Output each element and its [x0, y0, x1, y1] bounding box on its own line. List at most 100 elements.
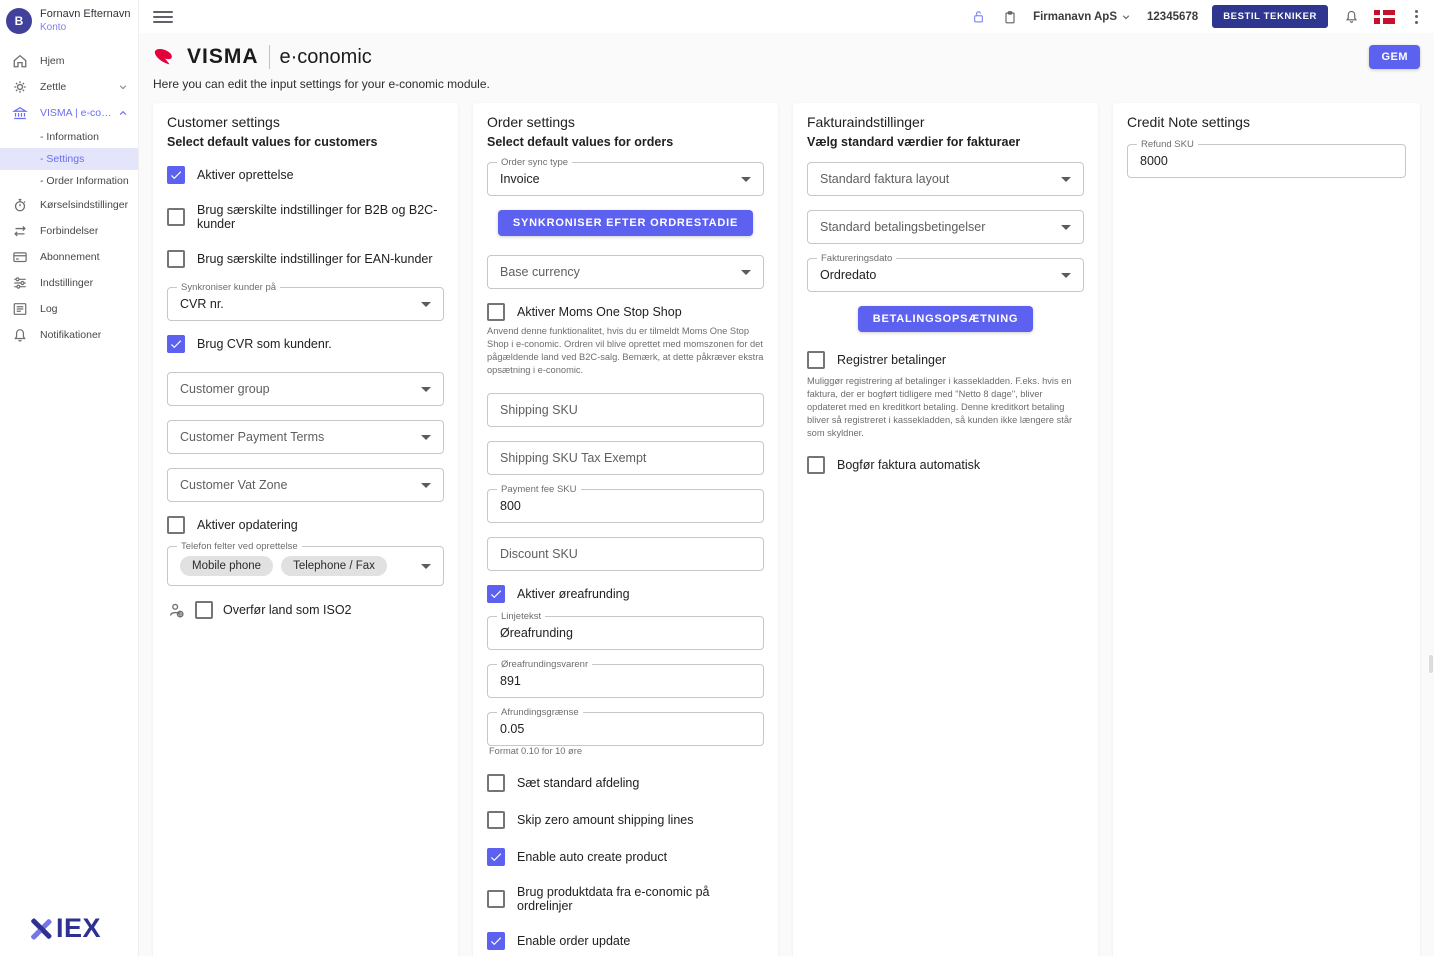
customer-group-select[interactable]: Customer group [167, 372, 444, 406]
page-header: VISMA e·conomic Here you can edit the in… [153, 43, 1420, 103]
company-name: Firmanavn ApS [1033, 11, 1117, 23]
shipping-sku-tax-exempt-input[interactable] [487, 441, 764, 475]
checkbox-label: Sæt standard afdeling [517, 776, 639, 790]
betalingsopsaetning-button[interactable]: BETALINGSOPSÆTNING [858, 306, 1034, 332]
linjetekst-input[interactable]: Linjetekst [487, 616, 764, 650]
brand-name: VISMA [187, 45, 259, 69]
sidebar-item-label: Kørselsindstillinger [40, 199, 128, 211]
sidebar-item-forbindelser[interactable]: Forbindelser [0, 218, 138, 244]
chevron-up-icon [116, 106, 130, 120]
sidebar-item-zettle[interactable]: Zettle [0, 74, 138, 100]
sidebar-item-log[interactable]: Log [0, 296, 138, 322]
checkbox-unchecked-icon[interactable] [487, 774, 505, 792]
user-block[interactable]: B Fornavn Efternavn Konto [0, 0, 138, 42]
sidebar-item-indstillinger[interactable]: Indstillinger [0, 270, 138, 296]
checkbox-aktiver-oreafrunding[interactable]: Aktiver øreafrunding [487, 585, 764, 603]
checkbox-cvr-kundenr[interactable]: Brug CVR som kundenr. [167, 335, 444, 353]
checkbox-skip-zero-shipping[interactable]: Skip zero amount shipping lines [487, 811, 764, 829]
company-selector[interactable]: Firmanavn ApS [1033, 10, 1133, 24]
afrundingsgraense-input[interactable]: Afrundingsgrænse [487, 712, 764, 746]
faktura-layout-select[interactable]: Standard faktura layout [807, 162, 1084, 196]
checkbox-checked-icon[interactable] [167, 166, 185, 184]
main-area: Firmanavn ApS 12345678 BESTIL TEKNIKER V… [139, 0, 1434, 956]
synkroniser-ordrestadie-button[interactable]: SYNKRONISER EFTER ORDRESTADIE [498, 210, 753, 236]
sidebar-item-abonnement[interactable]: Abonnement [0, 244, 138, 270]
dropdown-arrow-icon [421, 435, 431, 440]
discount-sku-field[interactable] [500, 538, 733, 570]
checkbox-produktdata[interactable]: Brug produktdata fra e-conomic på ordrel… [487, 885, 764, 913]
checkbox-order-update[interactable]: Enable order update [487, 932, 764, 950]
field-placeholder: Customer Vat Zone [180, 478, 287, 492]
field-value: CVR nr. [180, 297, 224, 311]
shipping-sku-tax-exempt-field[interactable] [500, 442, 733, 474]
account-link[interactable]: Konto [40, 22, 131, 35]
checkbox-aktiver-opdatering[interactable]: Aktiver opdatering [167, 516, 444, 534]
faktureringsdato-select[interactable]: Faktureringsdato Ordredato [807, 258, 1084, 292]
payment-fee-sku-input[interactable]: Payment fee SKU [487, 489, 764, 523]
checkbox-checked-icon[interactable] [167, 335, 185, 353]
checkbox-unchecked-icon[interactable] [807, 456, 825, 474]
bell-icon[interactable] [1342, 8, 1360, 26]
betalingsbetingelser-select[interactable]: Standard betalingsbetingelser [807, 210, 1084, 244]
refund-sku-input[interactable]: Refund SKU [1127, 144, 1406, 178]
oreafrundingsvarenr-input[interactable]: Øreafrundingsvarenr [487, 664, 764, 698]
avatar[interactable]: B [6, 8, 32, 34]
field-label: Telefon felter ved oprettelse [177, 541, 302, 552]
menu-icon[interactable] [153, 11, 173, 23]
checkbox-unchecked-icon[interactable] [487, 811, 505, 829]
dropdown-arrow-icon [1061, 273, 1071, 278]
phone-fields-select[interactable]: Telefon felter ved oprettelse Mobile pho… [167, 546, 444, 586]
checkbox-auto-create-product[interactable]: Enable auto create product [487, 848, 764, 866]
field-placeholder: Customer group [180, 382, 270, 396]
sync-customers-select[interactable]: Synkroniser kunder på CVR nr. [167, 287, 444, 321]
clipboard-icon[interactable] [1001, 8, 1019, 26]
checkbox-ean-kunder[interactable]: Brug særskilte indstillinger for EAN-kun… [167, 250, 444, 268]
sidebar-subitem-order-information[interactable]: - Order Information [0, 170, 138, 192]
checkbox-unchecked-icon[interactable] [167, 250, 185, 268]
sidebar-item-visma-economic[interactable]: VISMA | e-conomic [0, 100, 138, 126]
checkbox-moms-one-stop-shop[interactable]: Aktiver Moms One Stop Shop [487, 303, 764, 321]
save-button[interactable]: GEM [1369, 45, 1420, 69]
moms-oss-helper-text: Anvend denne funktionalitet, hvis du er … [487, 325, 764, 377]
base-currency-select[interactable]: Base currency [487, 255, 764, 289]
sidebar-item-hjem[interactable]: Hjem [0, 48, 138, 74]
sidebar-item-label: Zettle [40, 81, 66, 93]
bestil-tekniker-button[interactable]: BESTIL TEKNIKER [1212, 5, 1328, 28]
checkbox-b2b-b2c[interactable]: Brug særskilte indstillinger for B2B og … [167, 203, 444, 231]
sidebar-item-koerselsindstillinger[interactable]: Kørselsindstillinger [0, 192, 138, 218]
field-label: Payment fee SKU [497, 484, 581, 495]
checkbox-unchecked-icon[interactable] [487, 890, 505, 908]
scrollbar-thumb[interactable] [1429, 655, 1433, 673]
page-description: Here you can edit the input settings for… [153, 77, 1420, 91]
checkbox-checked-icon[interactable] [487, 932, 505, 950]
kebab-menu-icon[interactable] [1409, 8, 1424, 26]
shipping-sku-input[interactable] [487, 393, 764, 427]
dropdown-arrow-icon [741, 270, 751, 275]
chip-mobile-phone[interactable]: Mobile phone [180, 556, 273, 576]
checkbox-checked-icon[interactable] [487, 585, 505, 603]
checkbox-bogfoer-automatisk[interactable]: Bogfør faktura automatisk [807, 456, 1084, 474]
user-name: Fornavn Efternavn [40, 8, 131, 22]
lock-icon[interactable] [969, 8, 987, 26]
checkbox-unchecked-icon[interactable] [167, 516, 185, 534]
card-title: Order settings [487, 114, 764, 130]
customer-vat-zone-select[interactable]: Customer Vat Zone [167, 468, 444, 502]
danish-flag-icon[interactable] [1374, 10, 1395, 24]
checkbox-checked-icon[interactable] [487, 848, 505, 866]
sidebar-item-notifikationer[interactable]: Notifikationer [0, 322, 138, 348]
chip-telephone-fax[interactable]: Telephone / Fax [281, 556, 387, 576]
checkbox-aktiver-oprettelse[interactable]: Aktiver oprettelse [167, 166, 444, 184]
checkbox-standard-afdeling[interactable]: Sæt standard afdeling [487, 774, 764, 792]
checkbox-unchecked-icon[interactable] [167, 208, 185, 226]
checkbox-registrer-betalinger[interactable]: Registrer betalinger [807, 351, 1084, 369]
checkbox-label: Brug produktdata fra e-conomic på ordrel… [517, 885, 764, 913]
order-sync-type-select[interactable]: Order sync type Invoice [487, 162, 764, 196]
sidebar-subitem-information[interactable]: - Information [0, 126, 138, 148]
shipping-sku-field[interactable] [500, 394, 733, 426]
checkbox-unchecked-icon[interactable] [807, 351, 825, 369]
checkbox-unchecked-icon[interactable] [195, 601, 213, 619]
discount-sku-input[interactable] [487, 537, 764, 571]
checkbox-unchecked-icon[interactable] [487, 303, 505, 321]
customer-payment-terms-select[interactable]: Customer Payment Terms [167, 420, 444, 454]
sidebar-subitem-settings[interactable]: - Settings [0, 148, 138, 170]
